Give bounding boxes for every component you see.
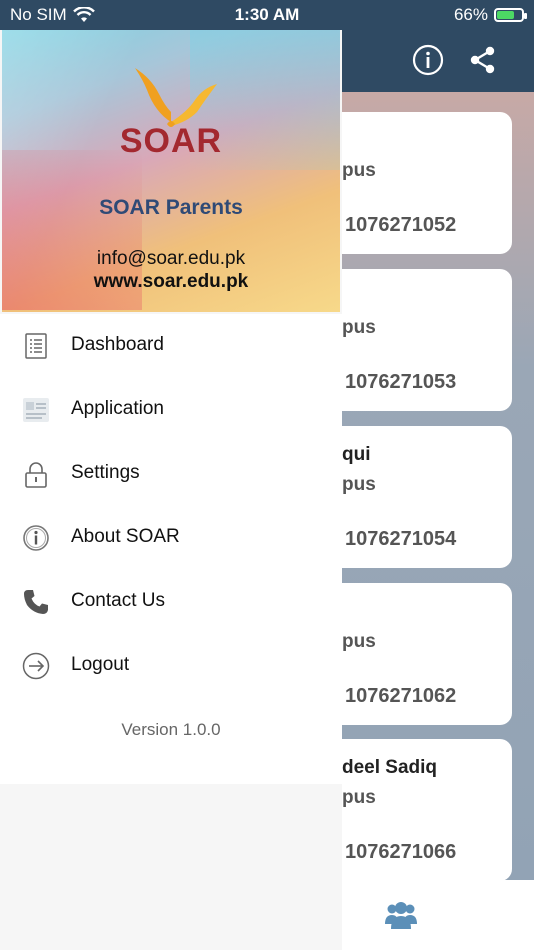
contact-email: info@soar.edu.pk [96,248,246,269]
application-form-icon [23,398,49,422]
menu-label: Logout [71,654,130,675]
drawer-menu: Dashboard Application Settings About SOA… [0,314,342,784]
menu-item-about[interactable]: About SOAR [0,506,342,570]
status-right: 66% [453,5,527,25]
menu-label: Dashboard [71,334,164,355]
navigation-drawer: SOAR SOAR Parents info@soar.edu.pk www.s… [0,30,342,950]
app-name: SOAR Parents [99,196,243,219]
phone-icon [24,590,48,614]
student-campus: pus [342,317,376,338]
student-campus: pus [342,631,376,652]
menu-label: Settings [71,462,140,483]
menu-label: Contact Us [71,590,165,611]
info-icon[interactable] [411,43,445,77]
menu-label: Application [71,398,164,419]
student-number: 1076271052 [345,214,457,236]
logo-text: SOAR [119,122,223,160]
menu-item-settings[interactable]: Settings [0,442,342,506]
logout-icon [22,652,50,680]
app-version: Version 1.0.0 [121,720,221,739]
menu-item-logout[interactable]: Logout [0,634,342,698]
student-number: 1076271053 [345,371,457,393]
lock-icon [25,462,47,488]
share-icon[interactable] [466,43,500,77]
menu-item-dashboard[interactable]: Dashboard [0,314,342,378]
battery-percent: 66% [453,5,488,24]
menu-item-application[interactable]: Application [0,378,342,442]
users-icon[interactable] [384,900,418,930]
drawer-header: SOAR SOAR Parents info@soar.edu.pk www.s… [2,30,340,312]
battery-icon [494,8,527,22]
menu-label: About SOAR [71,526,180,547]
student-campus: pus [342,160,376,181]
menu-item-contact[interactable]: Contact Us [0,570,342,634]
student-name: deel Sadiq [342,757,438,778]
list-document-icon [25,333,47,359]
contact-website: www.soar.edu.pk [93,271,249,292]
student-number: 1076271066 [345,841,457,863]
info-icon [23,525,49,551]
status-bar: No SIM 1:30 AM 66% [0,0,534,30]
student-number: 1076271062 [345,685,457,707]
student-number: 1076271054 [345,528,457,550]
student-name: qui [342,444,371,465]
student-campus: pus [342,474,376,495]
student-campus: pus [342,787,376,808]
